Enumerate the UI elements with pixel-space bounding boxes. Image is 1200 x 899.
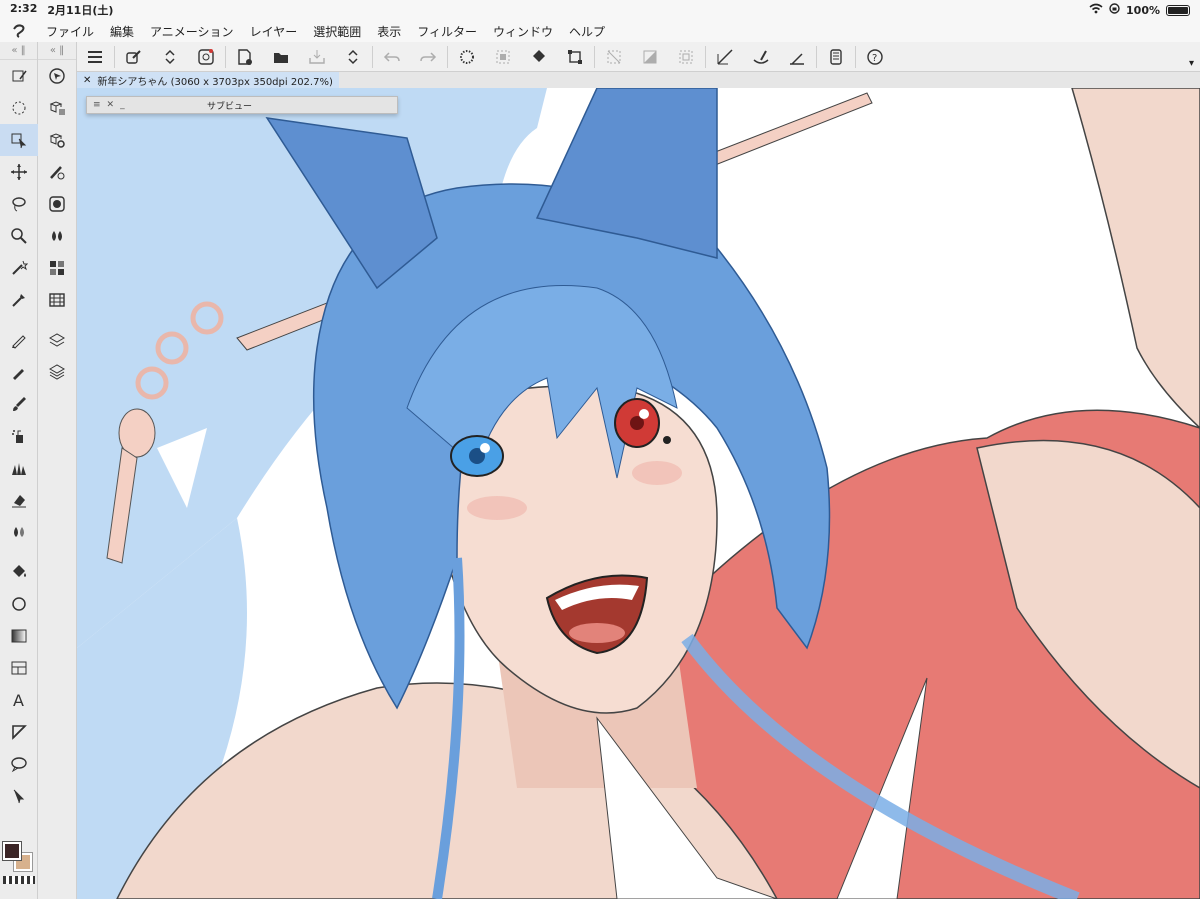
- panel-close-icon[interactable]: ✕: [107, 100, 115, 110]
- menu-file[interactable]: ファイル: [38, 23, 102, 40]
- subview-title: サブビュー: [207, 101, 253, 112]
- open-folder-icon[interactable]: [263, 42, 299, 72]
- edge-keyboard-icon[interactable]: [818, 42, 854, 72]
- chevron-updown-icon[interactable]: [152, 42, 188, 72]
- battery-percent: 100%: [1126, 3, 1160, 17]
- menu-view[interactable]: 表示: [369, 23, 409, 40]
- menu-help[interactable]: ヘルプ: [561, 23, 613, 40]
- collapse-tool-palette-icon[interactable]: « ‖: [0, 42, 37, 60]
- drawing-canvas[interactable]: [77, 88, 1200, 899]
- deselect-icon[interactable]: [596, 42, 632, 72]
- tool-lasso-dotted[interactable]: [0, 92, 38, 124]
- navigator-icon[interactable]: [38, 60, 76, 92]
- dropdown-icon[interactable]: ▾: [1189, 58, 1194, 69]
- clear-outside-selection-icon[interactable]: [485, 42, 521, 72]
- illustration-artwork: [77, 88, 1200, 899]
- main-color-swatch[interactable]: [2, 841, 22, 861]
- hamburger-menu-icon[interactable]: [77, 42, 113, 72]
- tool-pencil[interactable]: [0, 356, 38, 388]
- tool-frame-border[interactable]: [0, 652, 38, 684]
- ios-status-bar: 2:32 2月11日(土) 100%: [0, 0, 1200, 20]
- tool-eraser[interactable]: [0, 484, 38, 516]
- svg-text:?: ?: [872, 53, 877, 64]
- document-tab[interactable]: ✕ 新年シアちゃん (3060 x 3703px 350dpi 202.7%): [77, 72, 339, 88]
- tool-magic-wand[interactable]: [0, 252, 38, 284]
- edit-canvas-icon[interactable]: [116, 42, 152, 72]
- menu-bar: ファイル 編集 アニメーション レイヤー 選択範囲 表示 フィルター ウィンドウ…: [0, 20, 1200, 42]
- orientation-lock-icon: [1109, 3, 1120, 17]
- snap-to-ruler-icon[interactable]: [707, 42, 743, 72]
- tool-decoration[interactable]: [0, 452, 38, 484]
- subview-panel[interactable]: ≡ ✕ _ サブビュー: [86, 96, 398, 114]
- document-tab-title: 新年シアちゃん (3060 x 3703px 350dpi 202.7%): [97, 76, 333, 88]
- layer-property-icon[interactable]: [38, 324, 76, 356]
- panel-minimize-icon[interactable]: _: [120, 100, 125, 110]
- menu-filter[interactable]: フィルター: [409, 23, 485, 40]
- tool-brush[interactable]: [0, 388, 38, 420]
- color-set-icon[interactable]: [38, 252, 76, 284]
- undo-icon[interactable]: [374, 42, 410, 72]
- clip-studio-icon[interactable]: [188, 42, 224, 72]
- show-selection-icon[interactable]: [668, 42, 704, 72]
- menu-animation[interactable]: アニメーション: [142, 23, 242, 40]
- transform-icon[interactable]: [557, 42, 593, 72]
- tool-pen[interactable]: [0, 324, 38, 356]
- document-tab-bar: ✕ 新年シアちゃん (3060 x 3703px 350dpi 202.7%): [77, 72, 1200, 88]
- chevron-updown-2-icon[interactable]: [335, 42, 371, 72]
- app-logo-icon[interactable]: [0, 23, 38, 39]
- command-bar: ?: [77, 42, 1200, 72]
- tool-pen-settings[interactable]: [0, 60, 38, 92]
- tool-fill[interactable]: [0, 556, 38, 588]
- tool-balloon[interactable]: [0, 748, 38, 780]
- invert-selection-icon[interactable]: [632, 42, 668, 72]
- sub-tool-palette: « ‖: [38, 42, 77, 899]
- tool-ruler[interactable]: [0, 716, 38, 748]
- panel-menu-icon[interactable]: ≡: [93, 100, 101, 110]
- status-time: 2:32: [10, 2, 38, 15]
- color-mixing-icon[interactable]: [38, 220, 76, 252]
- snap-to-grid-icon[interactable]: [779, 42, 815, 72]
- sub-tool-detail-icon[interactable]: [38, 92, 76, 124]
- redo-icon[interactable]: [410, 42, 446, 72]
- tool-object-select[interactable]: [0, 124, 38, 156]
- help-icon[interactable]: ?: [857, 42, 893, 72]
- layer-palette-icon[interactable]: [38, 356, 76, 388]
- close-tab-icon[interactable]: ✕: [83, 75, 91, 86]
- brush-size-icon[interactable]: [38, 156, 76, 188]
- tool-correct-line[interactable]: [0, 780, 38, 812]
- tool-zoom[interactable]: [0, 220, 38, 252]
- collapse-sub-palette-icon[interactable]: « ‖: [38, 42, 76, 60]
- tool-gradient[interactable]: [0, 620, 38, 652]
- tool-move[interactable]: [0, 156, 38, 188]
- status-date: 2月11日(土): [47, 4, 114, 17]
- tool-airbrush[interactable]: [0, 420, 38, 452]
- tool-palette: « ‖ A: [0, 42, 38, 899]
- tool-blend[interactable]: [0, 516, 38, 548]
- svg-text:A: A: [13, 691, 24, 709]
- battery-icon: [1166, 4, 1190, 16]
- clear-icon[interactable]: [449, 42, 485, 72]
- color-indicator: [0, 841, 38, 899]
- material-icon[interactable]: [38, 284, 76, 316]
- snap-to-special-ruler-icon[interactable]: [743, 42, 779, 72]
- new-file-icon[interactable]: [227, 42, 263, 72]
- tool-figure[interactable]: [0, 588, 38, 620]
- menu-selection[interactable]: 選択範囲: [305, 23, 369, 40]
- fill-icon[interactable]: [521, 42, 557, 72]
- transparent-color-swatch[interactable]: [3, 876, 35, 884]
- menu-window[interactable]: ウィンドウ: [485, 23, 561, 40]
- save-icon[interactable]: [299, 42, 335, 72]
- tool-lasso[interactable]: [0, 188, 38, 220]
- color-wheel-icon[interactable]: [38, 188, 76, 220]
- tool-text[interactable]: A: [0, 684, 38, 716]
- 3d-settings-icon[interactable]: [38, 124, 76, 156]
- menu-edit[interactable]: 編集: [102, 23, 142, 40]
- wifi-icon: [1089, 3, 1103, 17]
- menu-layer[interactable]: レイヤー: [242, 23, 306, 40]
- tool-eyedropper[interactable]: [0, 284, 38, 316]
